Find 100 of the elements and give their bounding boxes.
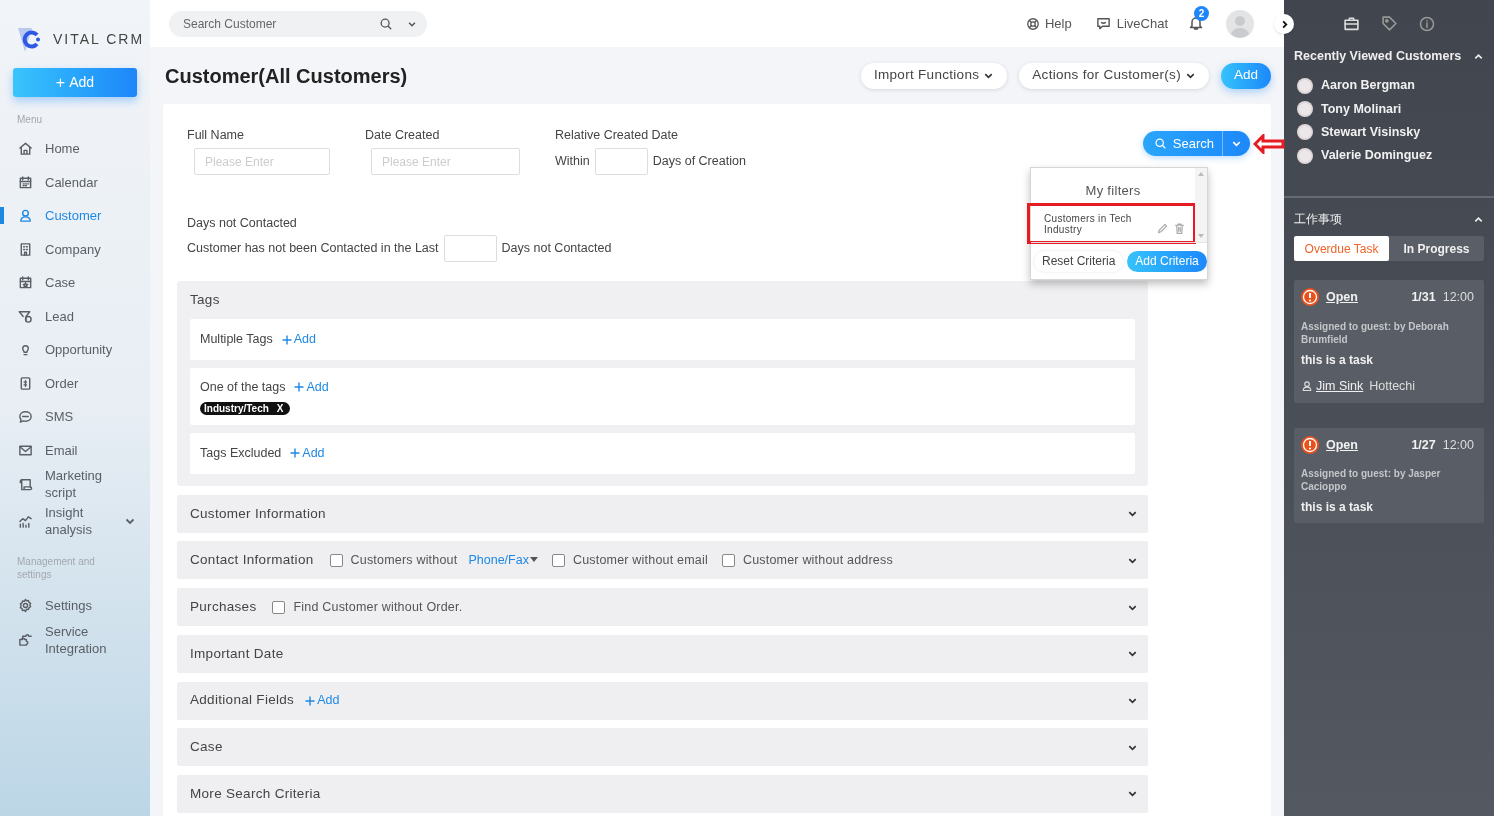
field-label: Days of Creation [652, 153, 746, 171]
assigned-text: Assigned to guest: by Jasper Cacioppo [1301, 467, 1442, 494]
search-bar[interactable]: Search Customer [169, 10, 427, 37]
add-link[interactable]: Add [290, 443, 325, 463]
remove-button[interactable]: X [276, 400, 286, 416]
nav-item[interactable]: Case [0, 266, 150, 300]
lifebuoy-icon [1025, 16, 1040, 31]
help-link[interactable]: Help [1025, 13, 1072, 34]
tag-label: Industry/Tech [204, 401, 269, 416]
checkbox[interactable] [272, 600, 286, 614]
field-label: Full Name [187, 128, 245, 143]
reset-button[interactable]: Reset Criteria [1034, 250, 1124, 272]
person-icon [18, 208, 33, 224]
nav-item[interactable]: Home [0, 132, 150, 166]
nav-item[interactable]: Customer [0, 199, 150, 233]
field-label: Relative Created Date [555, 128, 679, 143]
avatar-icon [1297, 147, 1313, 164]
gear-icon [18, 598, 33, 614]
dropdown-link[interactable]: Phone/Fax [468, 551, 538, 570]
customer-link[interactable]: Tony Molinari [1297, 97, 1494, 121]
plus-icon [305, 695, 316, 706]
tag-row-label: One of the tags [200, 379, 286, 396]
search-field[interactable]: Search Customer [183, 14, 371, 33]
criteria-section[interactable]: Purchases Find Customer without Order. [177, 588, 1148, 627]
field-label: Days not Contacted [187, 216, 297, 231]
plus-icon [294, 382, 305, 393]
nav-item[interactable]: Insight analysis [0, 501, 150, 541]
alert-icon [1301, 435, 1319, 454]
menu-heading: Management and settings [16, 555, 96, 581]
funnel-coin-icon [18, 308, 33, 324]
add-link[interactable]: Add [281, 330, 316, 349]
input-field[interactable] [443, 235, 497, 262]
customer-link[interactable]: Stewart Visinsky [1297, 120, 1494, 144]
scroll-icon [18, 476, 33, 492]
task-date: 1/27 [1411, 436, 1436, 454]
criteria-section[interactable]: Case [177, 728, 1148, 767]
plus-icon [281, 334, 292, 345]
nav-item[interactable]: Order [0, 366, 150, 400]
task-tab[interactable]: In Progress [1389, 236, 1484, 261]
criteria-section[interactable]: More Search Criteria [177, 774, 1148, 813]
customer-link[interactable]: Aaron Bergman [1297, 74, 1494, 98]
status-link[interactable]: Open [1326, 288, 1358, 307]
nav-item[interactable]: Calendar [0, 165, 150, 199]
contact-link[interactable]: Jim Sink [1316, 376, 1364, 396]
nav-item[interactable]: Lead [0, 299, 150, 333]
section-title: Tags [190, 291, 221, 308]
assigned-text: Assigned to guest: by Deborah Brumfield [1301, 319, 1450, 346]
pencil-icon [1156, 221, 1169, 235]
criteria-section[interactable]: Customer Information [177, 494, 1148, 533]
dropdown-button[interactable]: Actions for Customer(s) [1019, 62, 1209, 89]
nav-item[interactable]: Email [0, 433, 150, 467]
customer-link[interactable]: Valerie Dominguez [1297, 143, 1494, 168]
trash-icon [1173, 221, 1186, 235]
checkbox[interactable] [551, 553, 565, 567]
tag-icon [1381, 15, 1398, 32]
logo-text: VITAL CRM [53, 30, 145, 49]
nav-item[interactable]: SMS [0, 400, 150, 434]
home-icon [18, 141, 33, 157]
criteria-section[interactable]: Important Date [177, 634, 1148, 673]
popup-title: My filters [1084, 182, 1142, 200]
add-link[interactable]: Add [305, 691, 340, 710]
status-link[interactable]: Open [1326, 435, 1358, 455]
panel-title: Recently Viewed Customers [1294, 47, 1462, 65]
search-icon [379, 16, 393, 31]
nav-item[interactable]: Settings [0, 589, 150, 623]
input-field[interactable] [594, 148, 648, 175]
briefcase-icon [1343, 15, 1360, 32]
nav-item[interactable]: Service Integration [0, 622, 150, 657]
task-time: 12:00 [1442, 289, 1474, 306]
checkbox-label: Customers without [350, 552, 458, 570]
info-icon [1419, 15, 1435, 32]
field-label: Days not Contacted [501, 240, 612, 258]
nav-item[interactable]: Company [0, 232, 150, 266]
livechat-link[interactable]: LiveChat [1095, 13, 1168, 34]
criteria-section[interactable]: Contact Information Customers without Phone/Fax Customer without email Customer without address [177, 541, 1148, 580]
tag-row-label: Tags Excluded [200, 444, 282, 462]
building-icon [18, 241, 33, 257]
criteria-section[interactable]: Additional Fields Add [177, 681, 1148, 720]
task-text: this is a task [1301, 351, 1375, 369]
task-text: this is a task [1301, 499, 1375, 517]
add-link[interactable]: Add [294, 378, 329, 397]
field-label: Customer has not been Contacted in the Last [187, 240, 439, 258]
menu-heading: Menu [16, 113, 43, 126]
task-tab[interactable]: Overdue Task [1294, 236, 1389, 261]
dropdown-button[interactable]: Import Functions [860, 62, 1008, 89]
filter-name: Customers in Tech Industry [1044, 212, 1133, 235]
nav-item[interactable]: Marketing script [0, 467, 150, 501]
checkbox[interactable] [721, 553, 735, 567]
task-time: 12:00 [1442, 436, 1474, 454]
avatar-icon [1297, 124, 1313, 141]
avatar-icon [1297, 77, 1313, 94]
chat-icon [18, 409, 33, 425]
chart-icon [18, 513, 33, 529]
checkbox-label: Customer without address [742, 552, 893, 570]
nav-item[interactable]: Opportunity [0, 333, 150, 367]
company-name: Hottechi [1369, 377, 1416, 395]
calendar-star-icon [18, 275, 33, 291]
checkbox[interactable] [329, 553, 343, 567]
checkbox-label: Find Customer without Order. [293, 598, 463, 616]
active-indicator [0, 207, 4, 224]
